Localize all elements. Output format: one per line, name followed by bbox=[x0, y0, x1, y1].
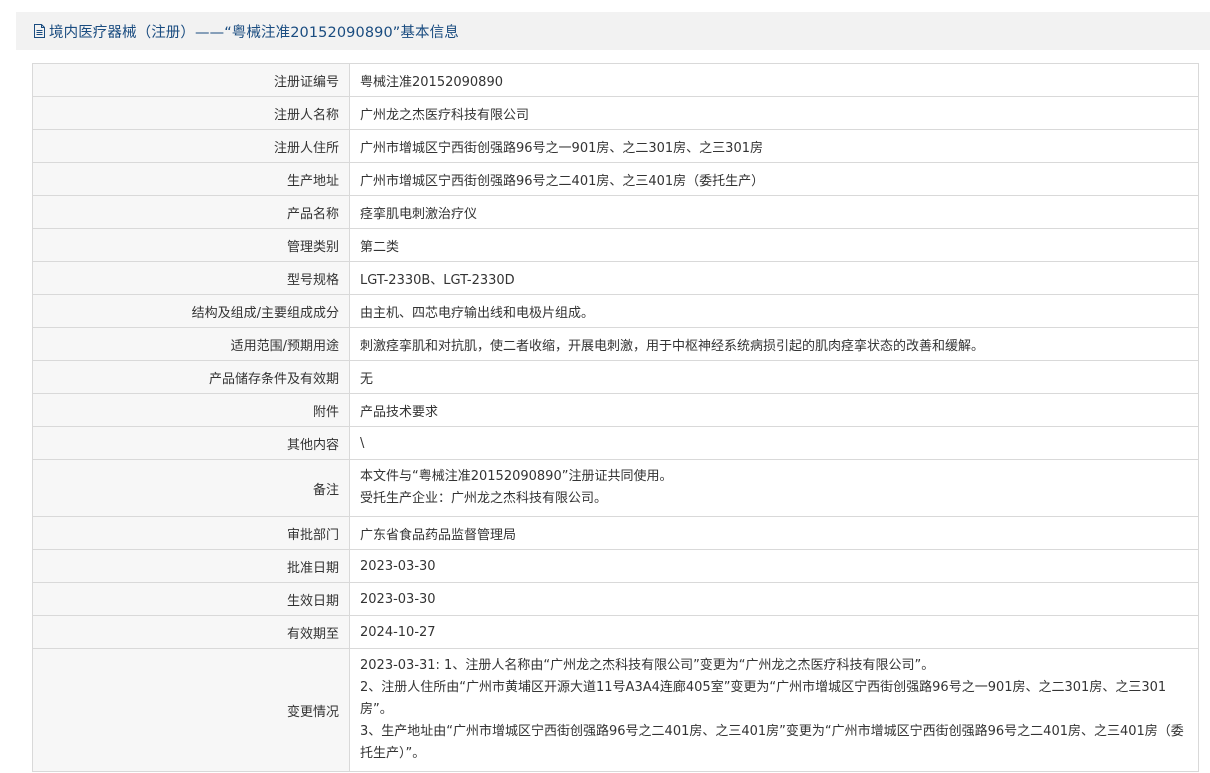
table-row: 生产地址 广州市增城区宁西街创强路96号之二401房、之三401房（委托生产） bbox=[32, 162, 1199, 196]
row-label: 审批部门 bbox=[32, 516, 350, 550]
row-value: 广州市增城区宁西街创强路96号之一901房、之二301房、之三301房 bbox=[349, 129, 1199, 163]
info-table-container: 注册证编号 粤械注准20152090890 注册人名称 广州龙之杰医疗科技有限公司 注册… bbox=[32, 63, 1199, 772]
row-label: 型号规格 bbox=[32, 261, 350, 295]
row-value: 无 bbox=[349, 360, 1199, 394]
table-row: 注册人住所 广州市增城区宁西街创强路96号之一901房、之二301房、之三301房 bbox=[32, 129, 1199, 163]
row-value-line: 2、注册人住所由“广州市黄埔区开源大道11号A3A4连廊405室”变更为“广州市… bbox=[360, 680, 1167, 717]
table-row: 产品储存条件及有效期无 bbox=[32, 360, 1199, 394]
row-value-line: 2023-03-31: 1、注册人名称由“广州龙之杰科技有限公司”变更为“广州龙… bbox=[360, 658, 935, 673]
table-row: 结构及组成/主要组成成分 由主机、四芯电疗输出线和电极片组成。 bbox=[32, 294, 1199, 328]
row-value: 2023-03-31: 1、注册人名称由“广州龙之杰科技有限公司”变更为“广州龙… bbox=[349, 648, 1199, 772]
row-label: 注册人名称 bbox=[32, 96, 350, 130]
page: 境内医疗器械（注册）——“粤械注准20152090890”基本信息 注册证编号粤… bbox=[0, 0, 1210, 773]
row-value: LGT-2330B、LGT-2330D bbox=[349, 261, 1199, 295]
row-label: 有效期至 bbox=[32, 615, 350, 649]
table-row: 变更情况 2023-03-31: 1、注册人名称由“广州龙之杰科技有限公司”变更为… bbox=[32, 648, 1199, 772]
table-row: 管理类别 第二类 bbox=[32, 228, 1199, 262]
table-row: 注册人名称 广州龙之杰医疗科技有限公司 bbox=[32, 96, 1199, 130]
row-value-line: 受托生产企业：广州龙之杰科技有限公司。 bbox=[360, 491, 608, 506]
table-row: 其他内容 \ bbox=[32, 426, 1199, 460]
row-value: 2023-03-30 bbox=[349, 582, 1199, 616]
row-value: 本文件与“粤械注准20152090890”注册证共同使用。 受托生产企业：广州龙之… bbox=[349, 459, 1199, 517]
row-value-line: 3、生产地址由“广州市增城区宁西街创强路96号之二401房、之三401房”变更为… bbox=[360, 724, 1184, 761]
row-label: 注册人住所 bbox=[32, 129, 350, 163]
table-row: 批准日期 2023-03-30 bbox=[32, 549, 1199, 583]
row-label: 产品名称 bbox=[32, 195, 350, 229]
table-row: 注册证编号 粤械注准20152090890 bbox=[32, 63, 1199, 97]
row-label: 生产地址 bbox=[32, 162, 350, 196]
row-label: 产品储存条件及有效期 bbox=[32, 360, 350, 394]
row-label: 附件 bbox=[32, 393, 350, 427]
row-label: 注册证编号 bbox=[32, 63, 350, 97]
table-row: 生效日期 2023-03-30 bbox=[32, 582, 1199, 616]
document-icon bbox=[34, 24, 45, 38]
row-label: 生效日期 bbox=[32, 582, 350, 616]
row-value: 2024-10-27 bbox=[349, 615, 1199, 649]
row-label: 其他内容 bbox=[32, 426, 350, 460]
row-value: 痉挛肌电刺激治疗仪 bbox=[349, 195, 1199, 229]
section-header: 境内医疗器械（注册）——“粤械注准20152090890”基本信息 bbox=[16, 12, 1210, 50]
table-row: 产品名称 痉挛肌电刺激治疗仪 bbox=[32, 195, 1199, 229]
row-value: 广州龙之杰医疗科技有限公司 bbox=[349, 96, 1199, 130]
table-row: 型号规格 LGT-2330B、LGT-2330D bbox=[32, 261, 1199, 295]
table-row: 有效期至 2024-10-27 bbox=[32, 615, 1199, 649]
row-value: 广州市增城区宁西街创强路96号之二401房、之三401房（委托生产） bbox=[349, 162, 1199, 196]
row-value: 2023-03-30 bbox=[349, 549, 1199, 583]
row-label: 变更情况 bbox=[32, 648, 350, 772]
info-table: 注册证编号 粤械注准20152090890 注册人名称 广州龙之杰医疗科技有限公司 注册… bbox=[32, 63, 1199, 772]
row-label: 批准日期 bbox=[32, 549, 350, 583]
row-value: 产品技术要求 bbox=[349, 393, 1199, 427]
page-title: 境内医疗器械（注册）——“粤械注准20152090890”基本信息 bbox=[49, 24, 459, 41]
table-row: 附件 产品技术要求 bbox=[32, 393, 1199, 427]
row-value-line: 本文件与“粤械注准20152090890”注册证共同使用。 bbox=[360, 469, 673, 484]
row-value: 刺激痉挛肌和对抗肌，使二者收缩，开展电刺激，用于中枢神经系统病损引起的肌肉痉挛状… bbox=[349, 327, 1199, 361]
table-row: 备注 本文件与“粤械注准20152090890”注册证共同使用。 受托生产企业：广州… bbox=[32, 459, 1199, 517]
row-value: 第二类 bbox=[349, 228, 1199, 262]
row-value: 粤械注准20152090890 bbox=[349, 63, 1199, 97]
row-label: 备注 bbox=[32, 459, 350, 517]
row-label: 适用范围/预期用途 bbox=[32, 327, 350, 361]
row-value: \ bbox=[349, 426, 1199, 460]
table-row: 适用范围/预期用途 刺激痉挛肌和对抗肌，使二者收缩，开展电刺激，用于中枢神经系统病… bbox=[32, 327, 1199, 361]
row-value: 由主机、四芯电疗输出线和电极片组成。 bbox=[349, 294, 1199, 328]
row-label: 管理类别 bbox=[32, 228, 350, 262]
row-value: 广东省食品药品监督管理局 bbox=[349, 516, 1199, 550]
row-label: 结构及组成/主要组成成分 bbox=[32, 294, 350, 328]
info-table-body: 注册证编号 粤械注准20152090890 注册人名称 广州龙之杰医疗科技有限公司 注册… bbox=[32, 63, 1199, 772]
table-row: 审批部门 广东省食品药品监督管理局 bbox=[32, 516, 1199, 550]
